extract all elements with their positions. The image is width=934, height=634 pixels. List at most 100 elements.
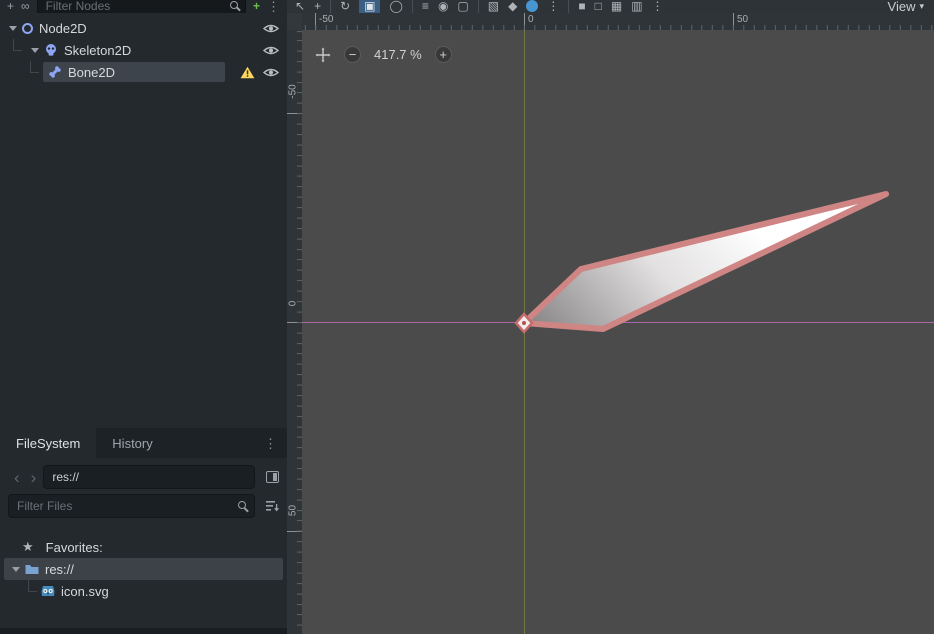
tree-row-bone2d[interactable]: Bone2D <box>0 61 287 83</box>
scene-tree: Node2D Skeleton2D <box>0 13 287 428</box>
chevron-down-icon[interactable] <box>9 26 17 31</box>
file-filter-wrap <box>8 494 255 518</box>
toolbar-separator <box>412 0 413 13</box>
visibility-eye-icon[interactable] <box>263 45 279 56</box>
toolbar-separator <box>478 0 479 13</box>
list-select-icon[interactable]: ≡ <box>422 0 429 12</box>
horizontal-ruler[interactable]: -50 0 50 <box>302 13 934 30</box>
bone-shape[interactable] <box>524 194 886 329</box>
item-label: icon.svg <box>61 584 109 599</box>
favorites-label: Favorites: <box>46 540 103 555</box>
toolbar-separator <box>330 0 331 13</box>
unlock-icon[interactable]: □ <box>595 0 602 12</box>
ruler-label: 50 <box>737 14 748 25</box>
warning-icon[interactable] <box>240 66 255 79</box>
node-label: Node2D <box>39 21 87 36</box>
skeleton2d-icon <box>44 43 58 57</box>
toolbar-separator <box>568 0 569 13</box>
zoom-level-label[interactable]: 417.7 % <box>374 47 422 62</box>
filesystem-dock: FileSystem History ⋮ ‹ › <box>0 428 287 628</box>
bone2d-gizmo[interactable] <box>302 30 934 634</box>
ruler-label: 0 <box>528 14 534 25</box>
lock-icon[interactable]: ■ <box>578 0 585 12</box>
selected-row-highlight[interactable]: Bone2D <box>43 62 225 82</box>
sort-files-icon[interactable] <box>265 500 279 513</box>
rotate-tool-icon[interactable]: ↻ <box>340 0 350 12</box>
ruler-label: 50 <box>288 496 299 526</box>
snap-options-icon[interactable]: ⋮ <box>547 0 559 12</box>
chevron-down-icon[interactable] <box>12 567 20 572</box>
vertical-ruler[interactable]: -50 0 50 <box>287 30 302 634</box>
bottom-panel-edge <box>0 628 287 634</box>
instance-scene-icon[interactable]: ∞ <box>21 0 30 12</box>
tab-label: FileSystem <box>16 436 80 451</box>
scale-tool-icon[interactable]: ◯ <box>389 0 402 12</box>
current-path-input[interactable] <box>43 465 255 489</box>
snap-icon[interactable]: ◆ <box>508 0 517 12</box>
folder-icon <box>25 563 39 575</box>
center-view-icon[interactable] <box>315 47 331 63</box>
pivot-icon[interactable]: ◉ <box>438 0 448 12</box>
forward-icon[interactable]: › <box>27 469 41 486</box>
scene-dock-menu-icon[interactable]: ⋮ <box>267 0 280 13</box>
zoom-out-button[interactable]: − <box>344 46 361 63</box>
attach-script-icon[interactable]: + <box>253 0 260 12</box>
ruler-label: -50 <box>319 14 333 25</box>
selected-tool-button[interactable]: ▣ <box>359 0 380 13</box>
scene-filter-wrap <box>37 0 246 13</box>
chevron-down-icon[interactable] <box>31 48 39 53</box>
tree-row-res[interactable]: res:// <box>4 558 283 580</box>
canvas-row: -50 0 50 <box>287 30 934 634</box>
ungroup-icon[interactable]: ▥ <box>631 0 642 12</box>
select-tool-icon[interactable]: ↖ <box>295 0 305 12</box>
tab-history[interactable]: History <box>96 428 168 458</box>
tree-connector <box>13 39 22 51</box>
visibility-eye-icon[interactable] <box>263 67 279 78</box>
tab-filesystem[interactable]: FileSystem <box>0 428 96 458</box>
group-icon[interactable]: ▦ <box>611 0 622 12</box>
file-filter-input[interactable] <box>8 494 255 518</box>
dock-menu-icon[interactable]: ⋮ <box>264 437 287 450</box>
toggle-split-mode-icon[interactable] <box>266 471 279 483</box>
add-node-icon[interactable]: + <box>7 0 14 12</box>
ruler-tick <box>287 113 302 114</box>
tree-row-icon-svg[interactable]: icon.svg <box>0 580 287 602</box>
canvas-2d[interactable]: − 417.7 % + <box>302 30 934 634</box>
bone-origin-point <box>522 321 526 325</box>
godot-editor-window: + ∞ + ⋮ Node2D <box>0 0 934 634</box>
search-icon <box>238 501 246 509</box>
left-dock: + ∞ + ⋮ Node2D <box>0 0 287 634</box>
search-icon <box>230 1 238 9</box>
ruler-tick <box>733 13 734 30</box>
node-label: Skeleton2D <box>64 43 131 58</box>
skeleton-options-icon[interactable]: ⋮ <box>652 0 664 12</box>
ruler-label: -50 <box>288 77 299 107</box>
tree-row-skeleton2d[interactable]: Skeleton2D <box>0 39 287 61</box>
viewport-2d: ↖ + ↻ ▣ ◯ ≡ ◉ ▢ ▧ ◆ ⋮ ■ □ ▦ ▥ ⋮ <box>287 0 934 634</box>
bone2d-icon <box>48 65 62 79</box>
node2d-icon <box>22 23 33 34</box>
viewport-toolbar: ↖ + ↻ ▣ ◯ ≡ ◉ ▢ ▧ ◆ ⋮ ■ □ ▦ ▥ ⋮ <box>287 0 934 13</box>
dock-tabbar: FileSystem History ⋮ <box>0 428 287 458</box>
ruler-tick <box>287 322 302 323</box>
pan-icon[interactable]: ▢ <box>457 0 468 12</box>
view-menu-label: View <box>888 0 916 13</box>
move-tool-icon[interactable]: + <box>314 0 321 12</box>
view-menu-button[interactable]: View ▾ <box>888 0 924 13</box>
back-icon[interactable]: ‹ <box>10 469 24 486</box>
ruler-tick <box>315 13 316 30</box>
tree-connector <box>28 580 37 592</box>
zoom-controls: − 417.7 % + <box>315 46 452 63</box>
visibility-eye-icon[interactable] <box>263 23 279 34</box>
ruler-tick <box>287 531 302 532</box>
sphere-icon[interactable] <box>526 0 538 12</box>
item-label: res:// <box>45 562 74 577</box>
tree-row-node2d[interactable]: Node2D <box>0 17 287 39</box>
path-bar-wrap <box>43 465 255 489</box>
zoom-in-button[interactable]: + <box>435 46 452 63</box>
chevron-down-icon: ▾ <box>919 1 924 12</box>
filesystem-tree: ★ Favorites: res:// <box>0 524 287 628</box>
ruler-mode-icon[interactable]: ▧ <box>488 0 499 12</box>
favorites-header: ★ Favorites: <box>0 536 287 558</box>
scene-filter-input[interactable] <box>37 0 246 13</box>
